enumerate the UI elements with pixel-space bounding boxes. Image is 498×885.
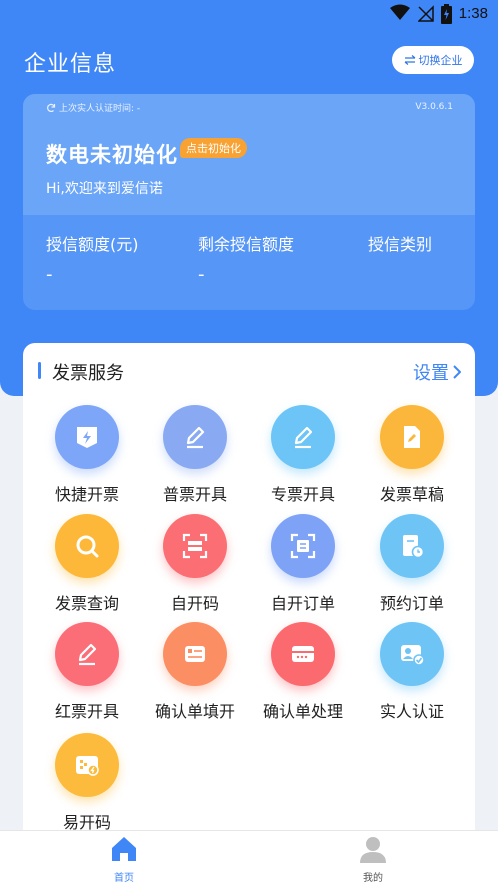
last-auth-time: 上次实人认证时间: - [46, 101, 140, 114]
signal-icon [418, 5, 434, 22]
status-time: 1:38 [458, 5, 488, 22]
page-title: 企业信息 [24, 52, 117, 77]
service-6[interactable]: 自开订单 [249, 514, 357, 614]
service-2[interactable]: 专票开具 [249, 405, 357, 505]
chevron-right-icon [453, 365, 461, 379]
version-label: V3.0.6.1 [415, 102, 453, 112]
service-11[interactable]: 实人认证 [358, 622, 466, 722]
battery-icon [441, 4, 452, 24]
form-icon [163, 622, 227, 686]
tab-home[interactable]: 首页 [84, 835, 164, 884]
service-label: 预约订单 [379, 594, 444, 613]
service-4[interactable]: 发票查询 [33, 514, 141, 614]
settings-link[interactable]: 设置 [413, 359, 461, 385]
credit-type-label: 授信类别 [368, 235, 433, 254]
service-label: 自开码 [170, 594, 219, 613]
quick-invoice-icon [55, 405, 119, 469]
status-bar: 1:38 [0, 0, 498, 30]
service-1[interactable]: 普票开具 [141, 405, 249, 505]
remaining-credit-value: - [198, 264, 205, 285]
card-icon [271, 622, 335, 686]
user-icon [360, 837, 386, 863]
wifi-icon [390, 4, 410, 20]
service-label: 快捷开票 [54, 485, 119, 504]
remaining-credit-label: 剩余授信额度 [198, 235, 295, 254]
credit-limit-label: 授信额度(元) [46, 235, 139, 254]
last-auth-text: 上次实人认证时间: - [59, 104, 141, 114]
service-10[interactable]: 确认单处理 [249, 622, 357, 722]
home-icon [112, 837, 136, 861]
tab-home-label: 首页 [114, 873, 134, 884]
service-label: 专票开具 [270, 485, 335, 504]
service-label: 实人认证 [379, 702, 444, 721]
section-title: 发票服务 [52, 363, 124, 384]
pen-icon [271, 405, 335, 469]
switch-icon [404, 55, 415, 65]
id-verify-icon [380, 622, 444, 686]
pen-icon [163, 405, 227, 469]
service-5[interactable]: 自开码 [141, 514, 249, 614]
service-8[interactable]: 红票开具 [33, 622, 141, 722]
tab-mine-label: 我的 [363, 873, 383, 884]
easy-code-icon [55, 733, 119, 797]
section-marker [38, 362, 41, 379]
service-label: 自开订单 [270, 594, 335, 613]
service-label: 确认单填开 [154, 702, 235, 721]
tab-mine[interactable]: 我的 [333, 835, 413, 884]
initialize-button[interactable]: 点击初始化 [180, 138, 247, 158]
scan-icon [163, 514, 227, 578]
switch-company-label: 切换企业 [418, 54, 463, 67]
company-card: 上次实人认证时间: - V3.0.6.1 数电未初始化 点击初始化 Hi,欢迎来… [23, 94, 475, 310]
settings-label: 设置 [413, 363, 449, 384]
service-12[interactable]: 易开码 [33, 733, 141, 833]
service-label: 普票开具 [162, 485, 227, 504]
service-label: 确认单处理 [262, 702, 343, 721]
schedule-doc-icon [380, 514, 444, 578]
refresh-icon [47, 103, 56, 112]
service-0[interactable]: 快捷开票 [33, 405, 141, 505]
welcome-text: Hi,欢迎来到爱信诺 [46, 181, 163, 197]
service-label: 发票查询 [54, 594, 119, 613]
service-9[interactable]: 确认单填开 [141, 622, 249, 722]
service-7[interactable]: 预约订单 [358, 514, 466, 614]
draft-doc-icon [380, 405, 444, 469]
credit-limit-value: - [46, 264, 53, 285]
magnifier-icon [55, 514, 119, 578]
service-3[interactable]: 发票草稿 [358, 405, 466, 505]
einvoice-status: 数电未初始化 [46, 143, 178, 167]
invoice-services-panel: 发票服务 设置 快捷开票 普票开具 专票开具 发票草稿发票查询 自开码 自开订单 预约订单红… [23, 343, 475, 843]
switch-company-button[interactable]: 切换企业 [392, 46, 474, 74]
scan-doc-icon [271, 514, 335, 578]
service-label: 红票开具 [54, 702, 119, 721]
pen-icon [55, 622, 119, 686]
service-label: 发票草稿 [379, 485, 444, 504]
bottom-tab-bar: 首页 我的 [0, 830, 498, 885]
